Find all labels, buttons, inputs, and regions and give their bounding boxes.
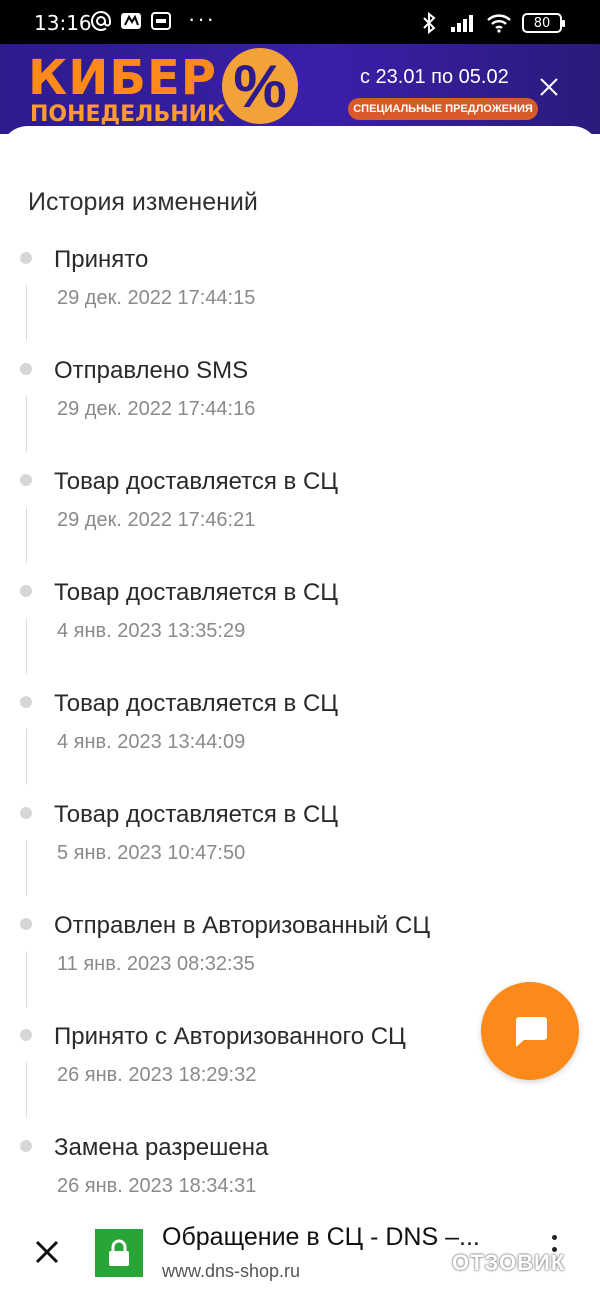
event-title: Товар доставляется в СЦ — [54, 468, 339, 495]
banner-special: СПЕЦИАЛЬНЫЕ ПРЕДЛОЖЕНИЯ — [348, 98, 538, 120]
status-left-icons — [90, 10, 172, 32]
banner-close-icon[interactable] — [532, 70, 566, 104]
event-title: Принято с Авторизованного СЦ — [54, 1023, 406, 1050]
timeline-dot — [20, 252, 32, 264]
banner-line2: ПОНЕДЕЛЬНИК — [30, 102, 226, 127]
event-date: 29 дек. 2022 17:44:16 — [57, 398, 256, 420]
timeline-line — [26, 396, 27, 452]
page-host[interactable]: www.dns-shop.ru — [162, 1261, 300, 1282]
event-title: Товар доставляется в СЦ — [54, 690, 339, 717]
timeline-line — [26, 285, 27, 341]
event-date: 29 дек. 2022 17:44:15 — [57, 287, 256, 309]
banner-dates: с 23.01 по 05.02 — [360, 66, 509, 88]
chat-icon — [516, 1017, 547, 1047]
timeline-dot — [20, 918, 32, 930]
chat-button[interactable] — [481, 982, 579, 1080]
battery-level: 80 — [533, 15, 551, 31]
timeline-dot — [20, 1140, 32, 1152]
timeline-dot — [20, 807, 32, 819]
event-title: Принято — [54, 246, 149, 273]
photo-icon — [151, 12, 171, 30]
timeline-line — [26, 729, 27, 785]
promo-banner[interactable]: КИБЕР ПОНЕДЕЛЬНИК % с 23.01 по 05.02 СПЕ… — [0, 44, 600, 134]
app-icon — [121, 13, 141, 29]
timeline-line — [26, 951, 27, 1007]
event-date: 5 янв. 2023 10:47:50 — [57, 842, 246, 864]
banner-line1: КИБЕР — [28, 50, 217, 106]
history-event: Принято 29 дек. 2022 17:44:15 — [0, 246, 600, 357]
at-icon — [91, 11, 111, 31]
percent-icon: % — [222, 48, 298, 124]
event-date: 4 янв. 2023 13:44:09 — [57, 731, 246, 753]
event-date: 29 дек. 2022 17:46:21 — [57, 509, 256, 531]
battery-icon: 80 — [522, 13, 565, 33]
event-date: 26 янв. 2023 18:29:32 — [57, 1064, 257, 1086]
watermark-logo: ОТЗОВИК — [452, 1250, 566, 1275]
close-icon — [540, 78, 558, 96]
timeline-dot — [20, 585, 32, 597]
close-icon — [35, 1240, 59, 1264]
history-event: Товар доставляется в СЦ 29 дек. 2022 17:… — [0, 468, 600, 579]
event-title: Товар доставляется в СЦ — [54, 579, 339, 606]
history-title: История изменений — [28, 188, 258, 216]
event-title: Товар доставляется в СЦ — [54, 801, 339, 828]
timeline-line — [26, 507, 27, 563]
event-date: 4 янв. 2023 13:35:29 — [57, 620, 246, 642]
timeline-dot — [20, 696, 32, 708]
timeline-line — [26, 1062, 27, 1118]
timeline-dot — [20, 474, 32, 486]
status-bar: 13:16 ··· 80 — [0, 0, 600, 44]
signal-icon — [451, 15, 473, 32]
close-tab-button[interactable] — [30, 1235, 64, 1269]
status-time: 13:16 — [34, 11, 92, 35]
timeline-dot — [20, 363, 32, 375]
bluetooth-icon — [423, 12, 436, 34]
event-date: 26 янв. 2023 18:34:31 — [57, 1175, 257, 1197]
timeline-dot — [20, 1029, 32, 1041]
event-title: Отправлено SMS — [54, 357, 249, 384]
page-title[interactable]: Обращение в СЦ - DNS –... — [162, 1223, 480, 1252]
event-title: Отправлен в Авторизованный СЦ — [54, 912, 431, 939]
wifi-icon — [487, 14, 511, 33]
history-event: Товар доставляется в СЦ 4 янв. 2023 13:3… — [0, 579, 600, 690]
status-right-icons: 80 — [418, 12, 565, 34]
event-title: Замена разрешена — [54, 1134, 269, 1161]
history-event: Товар доставляется в СЦ 4 янв. 2023 13:4… — [0, 690, 600, 801]
timeline-line — [26, 618, 27, 674]
event-date: 11 янв. 2023 08:32:35 — [57, 953, 255, 975]
history-event: Товар доставляется в СЦ 5 янв. 2023 10:4… — [0, 801, 600, 912]
timeline-line — [26, 840, 27, 896]
more-dots-icon: ··· — [188, 6, 216, 31]
lock-icon[interactable] — [95, 1229, 143, 1277]
history-event: Отправлено SMS 29 дек. 2022 17:44:16 — [0, 357, 600, 468]
